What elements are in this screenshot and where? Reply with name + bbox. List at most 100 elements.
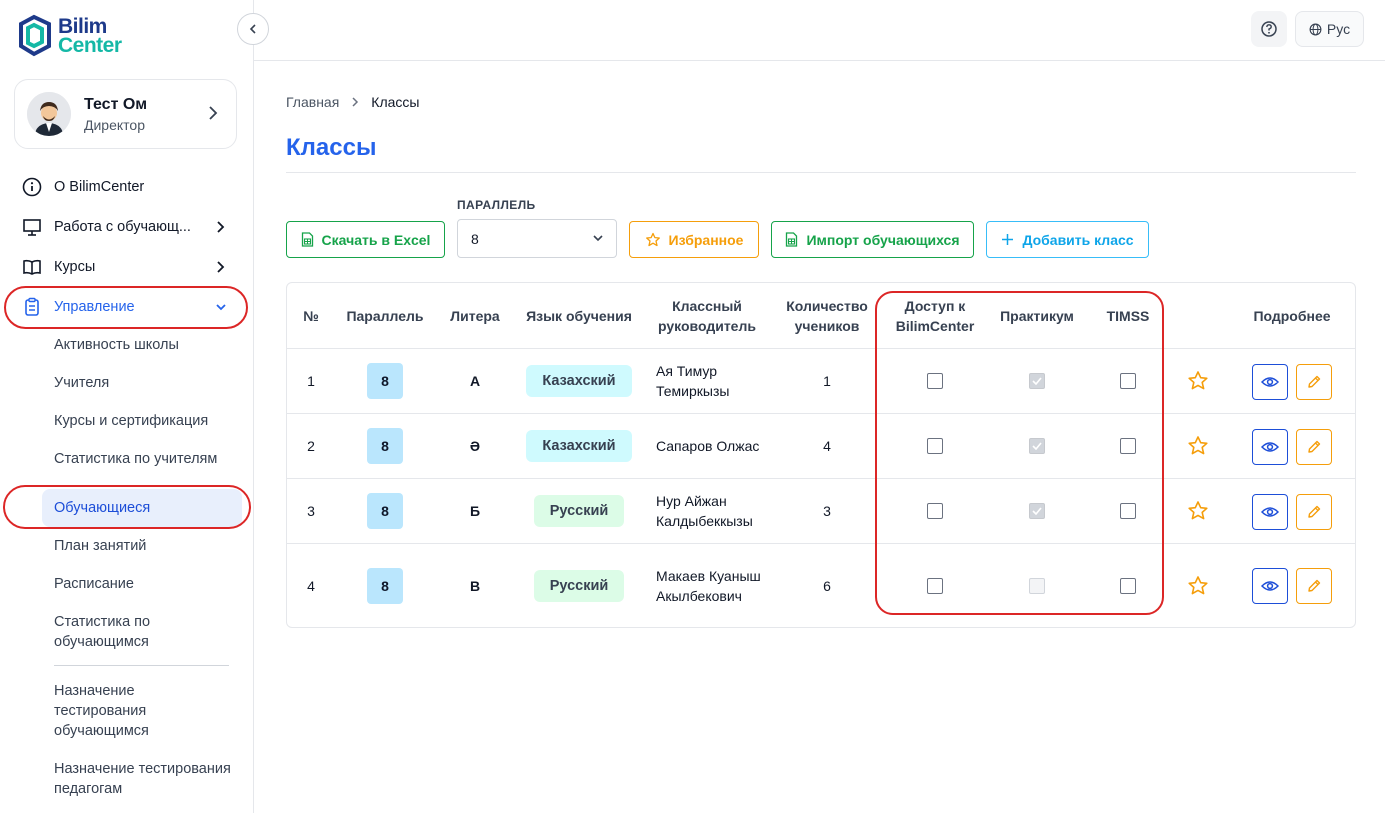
col-header-count: Количество учеников (786, 297, 868, 334)
nav-item-about[interactable]: О BilimCenter (14, 168, 236, 206)
book-icon (22, 257, 42, 277)
chevron-right-icon (209, 106, 218, 120)
sidebar: Bilim Center Тест Ом Директор О BilimCen… (0, 0, 254, 813)
classes-table: № Параллель Литера Язык обучения Классны… (286, 282, 1356, 628)
download-excel-label: Скачать в Excel (321, 231, 431, 248)
cell-count: 4 (823, 438, 831, 454)
edit-button[interactable] (1296, 493, 1332, 530)
favorite-star-button[interactable] (1179, 544, 1217, 627)
cell-teacher: Макаев Куаныш Акылбекович (656, 567, 761, 604)
timss-checkbox[interactable] (1120, 373, 1136, 389)
chevron-down-icon (593, 235, 603, 242)
language-badge: Казахский (526, 365, 632, 397)
help-button[interactable] (1251, 11, 1287, 47)
sidebar-collapse-button[interactable] (237, 13, 269, 45)
cell-teacher: Сапаров Олжас (656, 438, 760, 454)
question-circle-icon (1261, 21, 1277, 37)
profile-name: Тест Ом (84, 95, 148, 113)
timss-checkbox[interactable] (1120, 503, 1136, 519)
practicum-checkbox (1029, 503, 1045, 519)
clipboard-icon (22, 297, 42, 317)
subnav-item-students[interactable]: Обучающиеся (42, 489, 242, 527)
language-badge: Русский (533, 569, 625, 602)
favorite-star-button[interactable] (1179, 349, 1217, 413)
timss-checkbox[interactable] (1120, 577, 1136, 594)
breadcrumb-home[interactable]: Главная (286, 94, 339, 110)
view-button[interactable] (1252, 493, 1288, 530)
table-row: 1 8 А Казахский Ая Тимур Темиркызы 1 (287, 348, 1355, 413)
subnav-item-teachers[interactable]: Учителя (54, 373, 244, 393)
chevron-down-icon (216, 304, 226, 311)
profile-card[interactable]: Тест Ом Директор (14, 79, 237, 149)
cell-teacher: Нур Айжан Калдыбеккызы (656, 493, 753, 529)
cell-teacher: Ая Тимур Темиркызы (656, 363, 730, 399)
title-divider (286, 172, 1356, 173)
timss-checkbox[interactable] (1120, 438, 1136, 454)
nav-label-about: О BilimCenter (54, 179, 145, 195)
eye-icon (1261, 376, 1279, 387)
parallel-badge: 8 (367, 428, 403, 464)
col-header-language: Язык обучения (526, 307, 632, 324)
col-header-details: Подробнее (1253, 307, 1331, 324)
table-row: 3 8 Б Русский Нур Айжан Калдыбеккызы 3 (287, 478, 1355, 543)
spreadsheet-icon (786, 232, 798, 247)
col-header-parallel: Параллель (346, 307, 424, 324)
access-checkbox[interactable] (927, 503, 943, 519)
cell-num: 2 (307, 438, 315, 454)
subnav-item-courses-cert[interactable]: Курсы и сертификация (54, 411, 244, 431)
add-class-button[interactable]: Добавить класс (986, 221, 1149, 258)
parallel-badge: 8 (367, 567, 403, 604)
nav-label-courses: Курсы (54, 259, 96, 275)
eye-icon (1261, 441, 1279, 452)
subnav-item-school-activity[interactable]: Активность школы (54, 335, 244, 355)
nav-item-management[interactable]: Управление (14, 288, 236, 326)
subnav-item-teacher-stats[interactable]: Статистика по учителям (54, 449, 244, 469)
practicum-checkbox (1029, 438, 1045, 454)
import-students-button[interactable]: Импорт обучающихся (771, 221, 974, 258)
subnav-item-assign-tests-students[interactable]: Назначение тестирования обучающимся (54, 681, 184, 741)
cell-litera: В (469, 577, 481, 594)
parallel-select[interactable]: 8 (457, 219, 617, 258)
subnav-item-schedule[interactable]: Расписание (54, 574, 244, 594)
download-excel-button[interactable]: Скачать в Excel (286, 221, 445, 258)
nav-item-students-work[interactable]: Работа с обучающ... (14, 208, 236, 246)
globe-icon (1309, 23, 1322, 35)
subnav-item-lesson-plan[interactable]: План занятий (54, 536, 244, 556)
info-icon (22, 177, 42, 197)
filter-parallel-label: ПАРАЛЛЕЛЬ (457, 198, 536, 212)
breadcrumb-current: Классы (371, 94, 420, 110)
nav-item-courses[interactable]: Курсы (14, 248, 236, 286)
practicum-checkbox (1029, 577, 1045, 594)
cell-num: 3 (307, 503, 315, 519)
logo[interactable]: Bilim Center (18, 14, 122, 58)
nav-label-management: Управление (54, 299, 135, 315)
favorites-label: Избранное (668, 231, 744, 248)
favorite-star-button[interactable] (1179, 479, 1217, 543)
subnav-item-student-stats[interactable]: Статистика по обучающимся (54, 612, 184, 652)
view-button[interactable] (1252, 363, 1288, 400)
language-button[interactable]: Рус (1295, 11, 1364, 47)
add-class-label: Добавить класс (1022, 231, 1134, 248)
access-checkbox[interactable] (927, 438, 943, 454)
subnav-item-assign-tests-teachers[interactable]: Назначение тестирования педагогам (54, 759, 234, 799)
star-icon (1188, 371, 1208, 390)
cell-count: 6 (823, 577, 831, 594)
view-button[interactable] (1252, 428, 1288, 465)
subnav-divider (54, 665, 229, 666)
chevron-right-icon (217, 261, 225, 273)
top-bar: Рус (254, 0, 1385, 61)
table-row: 4 8 В Русский Макаев Куаныш Акылбекович 6 (287, 543, 1355, 627)
cell-count: 3 (823, 503, 831, 519)
edit-button[interactable] (1296, 568, 1332, 604)
profile-role: Директор (84, 116, 145, 133)
favorite-star-button[interactable] (1179, 414, 1217, 478)
col-header-teacher: Классный руководитель (658, 297, 756, 334)
favorites-button[interactable]: Избранное (629, 221, 759, 258)
access-checkbox[interactable] (927, 373, 943, 389)
edit-button[interactable] (1296, 363, 1332, 400)
col-header-practicum: Практикум (1000, 307, 1074, 324)
access-checkbox[interactable] (927, 577, 943, 594)
view-button[interactable] (1252, 568, 1288, 604)
cell-num: 4 (307, 577, 315, 594)
edit-button[interactable] (1296, 428, 1332, 465)
